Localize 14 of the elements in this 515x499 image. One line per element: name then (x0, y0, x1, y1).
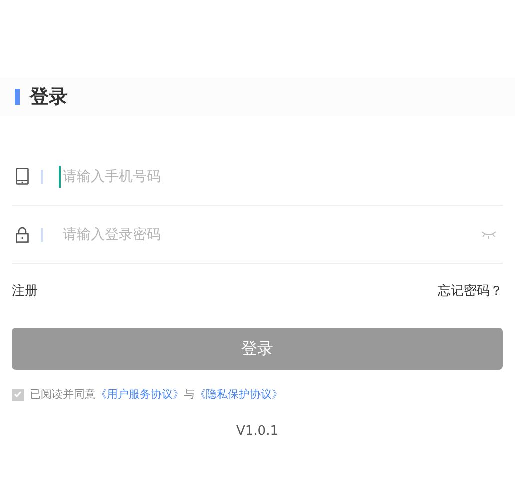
accent-bar (15, 89, 20, 105)
page-title: 登录 (30, 85, 68, 110)
agreement-text: 已阅读并同意《用户服务协议》与《隐私保护协议》 (30, 387, 283, 402)
agreement-link[interactable]: 《隐私保护协议》 (195, 388, 283, 401)
closed-eye-icon[interactable] (481, 230, 497, 238)
forgot-password-link[interactable]: 忘记密码？ (438, 282, 503, 300)
register-link[interactable]: 注册 (12, 282, 38, 300)
agreement-link[interactable]: 《用户服务协议》 (96, 388, 184, 401)
phone-icon (16, 168, 29, 185)
agreement-checkbox[interactable] (12, 388, 24, 400)
version-label: V1.0.1 (236, 424, 280, 439)
password-field[interactable]: 请输入登录密码 (59, 224, 481, 246)
lock-icon (16, 226, 29, 242)
phone-field[interactable]: 请输入手机号码 (59, 166, 503, 188)
